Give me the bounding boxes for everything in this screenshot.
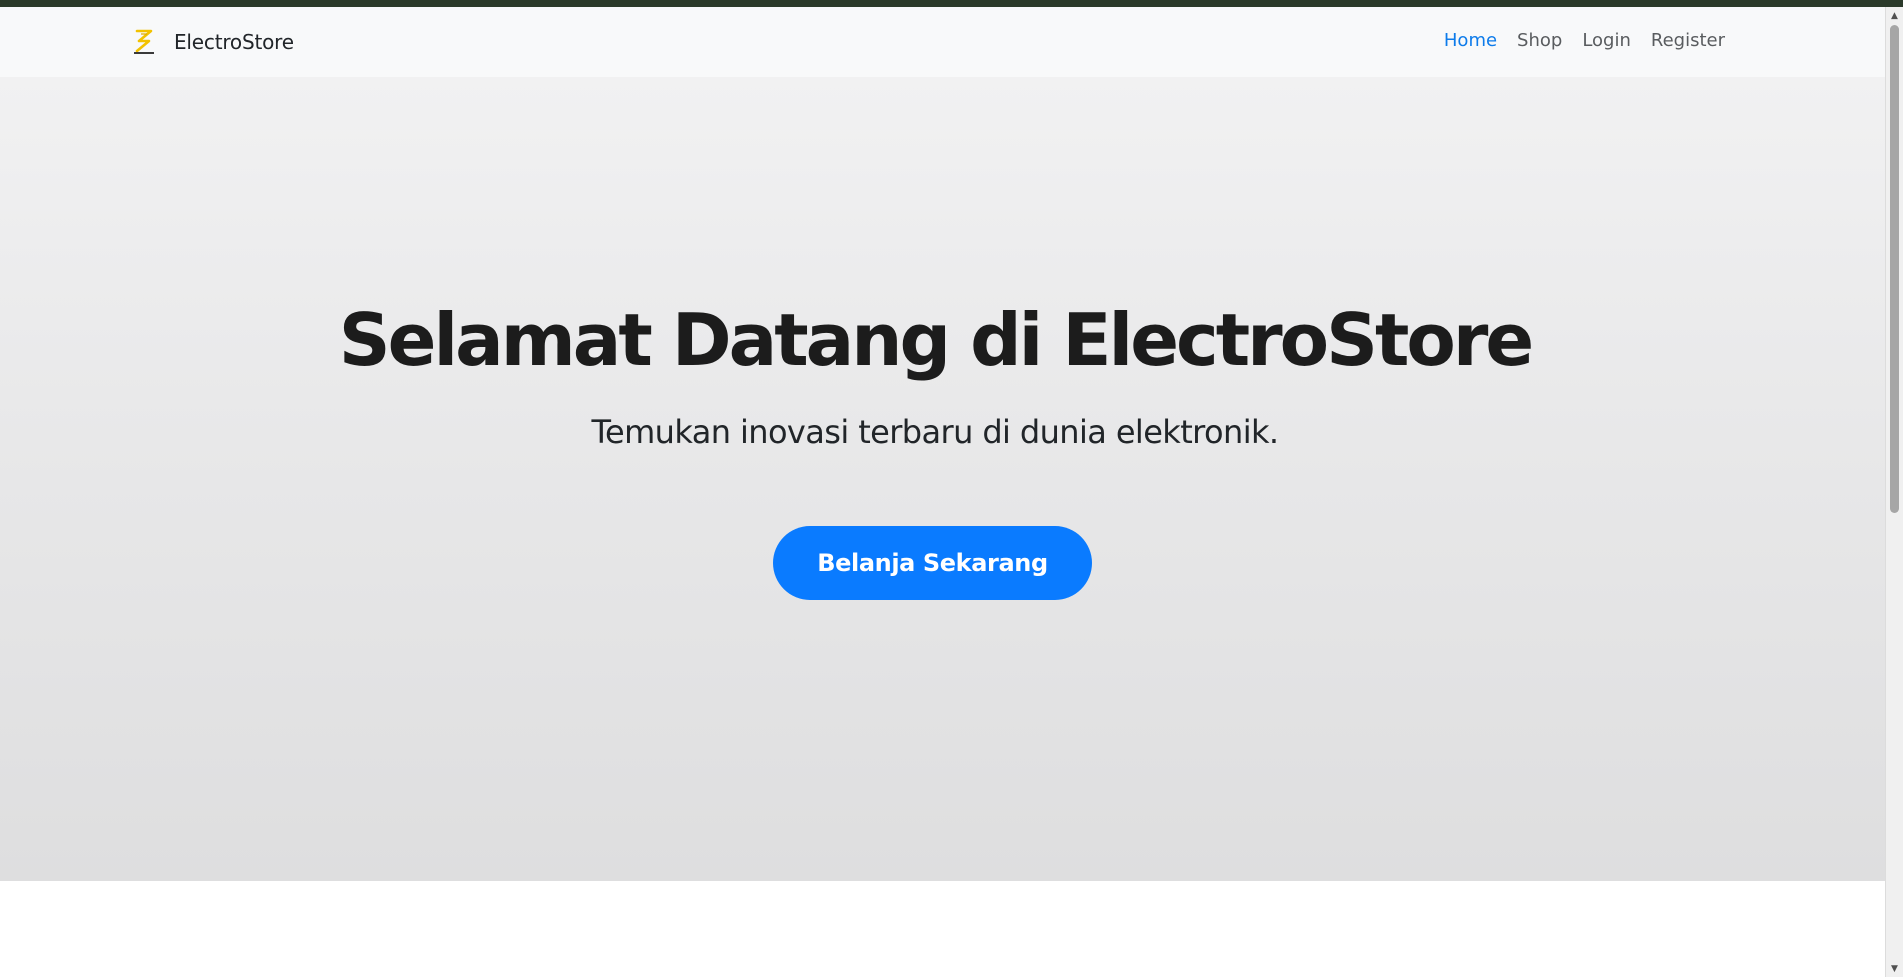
scroll-up-icon[interactable]: ▲ (1886, 7, 1903, 24)
brand-link[interactable]: ElectroStore (130, 26, 294, 58)
nav-link-login[interactable]: Login (1572, 29, 1641, 53)
scroll-thumb[interactable] (1890, 25, 1899, 513)
navbar: ElectroStore Home Shop Login Register (0, 7, 1885, 77)
brand-name: ElectroStore (174, 30, 294, 54)
scroll-down-icon[interactable]: ▼ (1886, 960, 1903, 977)
nav-links: Home Shop Login Register (1434, 29, 1735, 53)
nav-link-home[interactable]: Home (1434, 29, 1507, 53)
hero-subtitle: Temukan inovasi terbaru di dunia elektro… (591, 413, 1279, 451)
zigzag-logo-icon (130, 28, 158, 56)
shop-now-button[interactable]: Belanja Sekarang (773, 526, 1092, 600)
window-top-strip (0, 0, 1903, 7)
nav-link-shop[interactable]: Shop (1507, 29, 1572, 53)
vertical-scrollbar[interactable]: ▲ ▼ (1885, 7, 1903, 977)
page-viewport: ElectroStore Home Shop Login Register Se… (0, 7, 1885, 977)
browser-window: ElectroStore Home Shop Login Register Se… (0, 0, 1903, 977)
nav-link-register[interactable]: Register (1641, 29, 1735, 53)
hero-section: Selamat Datang di ElectroStore Temukan i… (0, 77, 1885, 881)
hero-title: Selamat Datang di ElectroStore (338, 298, 1534, 382)
